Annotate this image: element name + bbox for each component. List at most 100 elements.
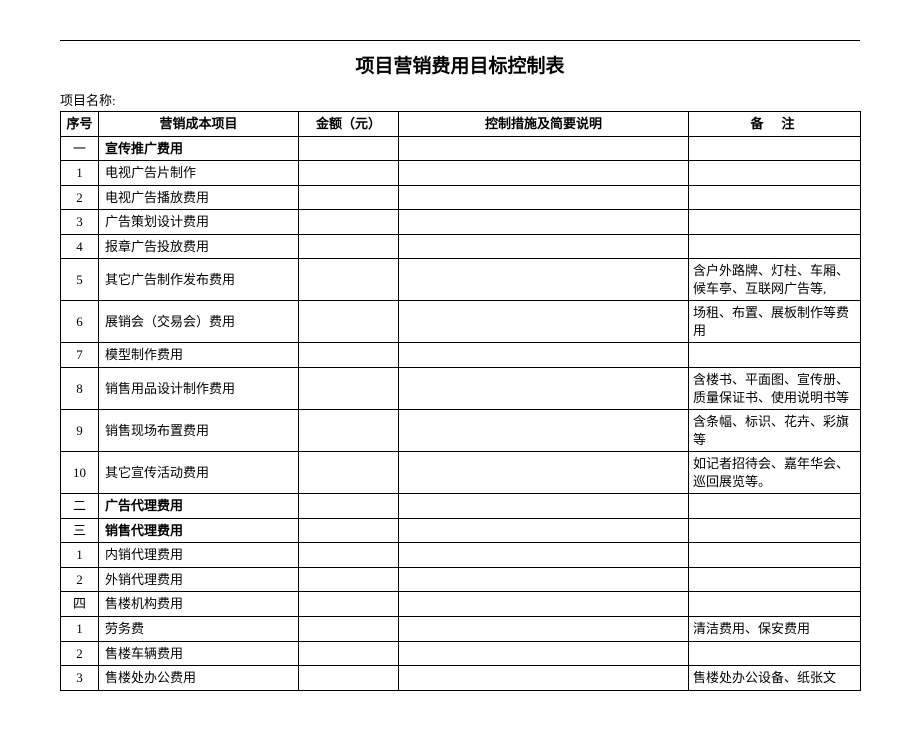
cell-control <box>399 666 689 691</box>
table-row: 8销售用品设计制作费用含楼书、平面图、宣传册、质量保证书、使用说明书等 <box>61 368 861 410</box>
cell-amount <box>299 368 399 410</box>
cell-seq: 一 <box>61 136 99 161</box>
cell-remark: 含户外路牌、灯柱、车厢、候车亭、互联网广告等, <box>689 259 861 301</box>
cell-remark <box>689 592 861 617</box>
cell-control <box>399 301 689 343</box>
table-row: 1电视广告片制作 <box>61 161 861 186</box>
cell-remark: 场租、布置、展板制作等费用 <box>689 301 861 343</box>
cell-amount <box>299 567 399 592</box>
cell-amount <box>299 136 399 161</box>
cell-control <box>399 410 689 452</box>
cell-remark <box>689 234 861 259</box>
cell-control <box>399 368 689 410</box>
cell-item: 内销代理费用 <box>99 543 299 568</box>
cell-remark <box>689 185 861 210</box>
cell-remark <box>689 494 861 519</box>
cell-item: 展销会（交易会）费用 <box>99 301 299 343</box>
cell-control <box>399 259 689 301</box>
cell-remark: 售楼处办公设备、纸张文 <box>689 666 861 691</box>
cell-seq: 2 <box>61 567 99 592</box>
cell-seq: 3 <box>61 666 99 691</box>
cell-control <box>399 452 689 494</box>
cell-seq: 1 <box>61 543 99 568</box>
cell-remark: 含条幅、标识、花卉、彩旗等 <box>689 410 861 452</box>
cost-control-table: 序号 营销成本项目 金额（元） 控制措施及简要说明 备注 一宣传推广费用1电视广… <box>60 111 861 691</box>
cell-seq: 4 <box>61 234 99 259</box>
cell-amount <box>299 592 399 617</box>
cell-amount <box>299 234 399 259</box>
cell-control <box>399 234 689 259</box>
cell-seq: 四 <box>61 592 99 617</box>
cell-control <box>399 567 689 592</box>
document-page: 项目营销费用目标控制表 项目名称: 序号 营销成本项目 金额（元） 控制措施及简… <box>60 40 860 691</box>
cell-control <box>399 343 689 368</box>
cell-seq: 8 <box>61 368 99 410</box>
cell-amount <box>299 161 399 186</box>
table-row: 1劳务费清洁费用、保安费用 <box>61 617 861 642</box>
cell-remark: 如记者招待会、嘉年华会、巡回展览等。 <box>689 452 861 494</box>
cell-item: 报章广告投放费用 <box>99 234 299 259</box>
cell-remark <box>689 343 861 368</box>
cell-amount <box>299 410 399 452</box>
cell-seq: 10 <box>61 452 99 494</box>
cell-amount <box>299 666 399 691</box>
cell-seq: 7 <box>61 343 99 368</box>
table-row: 三销售代理费用 <box>61 518 861 543</box>
header-amount: 金额（元） <box>299 112 399 137</box>
cell-item: 销售代理费用 <box>99 518 299 543</box>
cell-item: 售楼车辆费用 <box>99 641 299 666</box>
table-row: 3广告策划设计费用 <box>61 210 861 235</box>
cell-seq: 1 <box>61 617 99 642</box>
cell-item: 外销代理费用 <box>99 567 299 592</box>
cell-amount <box>299 617 399 642</box>
table-row: 二广告代理费用 <box>61 494 861 519</box>
cell-seq: 1 <box>61 161 99 186</box>
cell-seq: 6 <box>61 301 99 343</box>
table-row: 2外销代理费用 <box>61 567 861 592</box>
page-title: 项目营销费用目标控制表 <box>60 51 860 78</box>
cell-remark <box>689 641 861 666</box>
cell-control <box>399 543 689 568</box>
cell-seq: 9 <box>61 410 99 452</box>
cell-remark <box>689 567 861 592</box>
header-control: 控制措施及简要说明 <box>399 112 689 137</box>
table-row: 2电视广告播放费用 <box>61 185 861 210</box>
cell-remark: 含楼书、平面图、宣传册、质量保证书、使用说明书等 <box>689 368 861 410</box>
cell-item: 其它宣传活动费用 <box>99 452 299 494</box>
cell-control <box>399 210 689 235</box>
cell-amount <box>299 494 399 519</box>
cell-seq: 2 <box>61 185 99 210</box>
cell-control <box>399 592 689 617</box>
cell-remark <box>689 518 861 543</box>
cell-control <box>399 161 689 186</box>
cell-remark <box>689 161 861 186</box>
cell-remark <box>689 210 861 235</box>
cell-control <box>399 617 689 642</box>
header-item: 营销成本项目 <box>99 112 299 137</box>
table-row: 一宣传推广费用 <box>61 136 861 161</box>
cell-item: 电视广告播放费用 <box>99 185 299 210</box>
cell-amount <box>299 259 399 301</box>
table-row: 6展销会（交易会）费用 场租、布置、展板制作等费用 <box>61 301 861 343</box>
cell-amount <box>299 210 399 235</box>
cell-control <box>399 136 689 161</box>
table-row: 10其它宣传活动费用 如记者招待会、嘉年华会、巡回展览等。 <box>61 452 861 494</box>
cell-item: 宣传推广费用 <box>99 136 299 161</box>
table-row: 9销售现场布置费用含条幅、标识、花卉、彩旗等 <box>61 410 861 452</box>
cell-remark <box>689 543 861 568</box>
table-row: 7模型制作费用 <box>61 343 861 368</box>
table-row: 四售楼机构费用 <box>61 592 861 617</box>
cell-control <box>399 185 689 210</box>
cell-control <box>399 518 689 543</box>
cell-amount <box>299 301 399 343</box>
cell-seq: 二 <box>61 494 99 519</box>
cell-item: 电视广告片制作 <box>99 161 299 186</box>
table-row: 5其它广告制作发布费用含户外路牌、灯柱、车厢、候车亭、互联网广告等, <box>61 259 861 301</box>
cell-item: 模型制作费用 <box>99 343 299 368</box>
table-row: 3售楼处办公费用售楼处办公设备、纸张文 <box>61 666 861 691</box>
cell-amount <box>299 518 399 543</box>
cell-item: 其它广告制作发布费用 <box>99 259 299 301</box>
table-body: 一宣传推广费用1电视广告片制作2电视广告播放费用3广告策划设计费用4报章广告投放… <box>61 136 861 690</box>
cell-amount <box>299 343 399 368</box>
cell-control <box>399 494 689 519</box>
